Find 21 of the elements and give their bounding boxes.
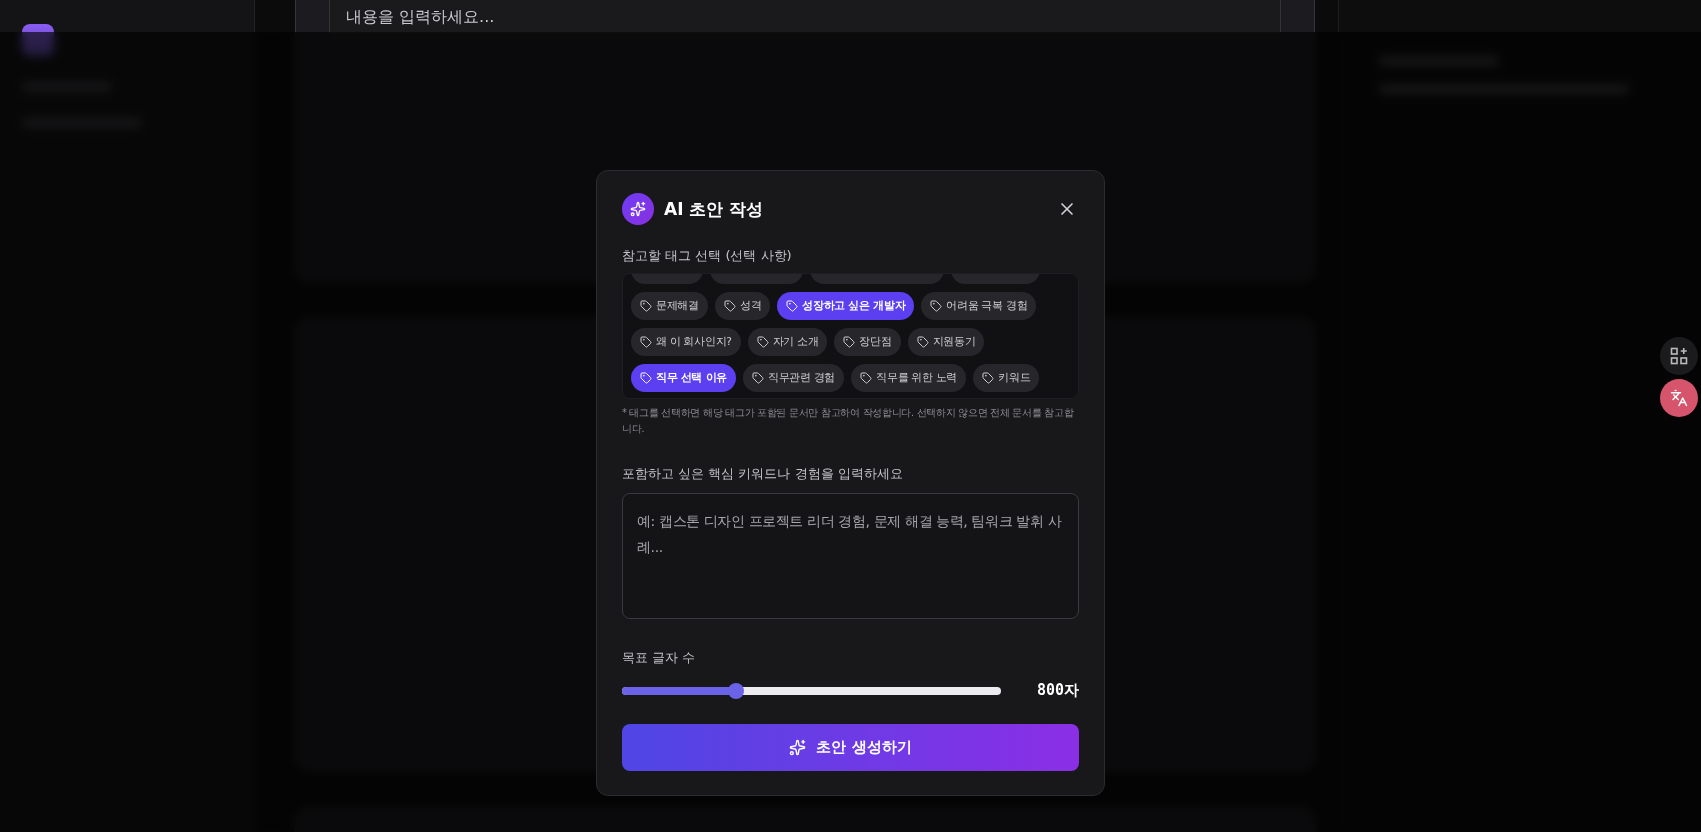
tag-chip[interactable]: 자기 소개 <box>747 328 828 356</box>
tag-chip[interactable]: 직무관련 경험 <box>742 364 845 392</box>
length-reading: 800자 <box>1035 681 1079 700</box>
tag-chip[interactable]: 문제해결 <box>631 292 708 320</box>
tag-chip[interactable]: 성장하고 싶은 개발자 <box>777 292 915 320</box>
dialog-title: AI 초안 작성 <box>664 197 765 221</box>
tag-section-label: 참고할 태그 선택 (선택 사항) <box>622 247 793 265</box>
tag-chip[interactable]: 어려움 극복 경험 <box>921 292 1037 320</box>
keywords-field[interactable]: 예: 캡스톤 디자인 프로젝트 리더 경험, 문제 해결 능력, 팀워크 발휘 사례... <box>622 493 1079 619</box>
content-field[interactable]: 내용을 입력하세요... <box>329 0 1281 33</box>
tag-chip[interactable]: 키워드 <box>973 364 1040 392</box>
generate-button[interactable]: 초안 생성하기 <box>622 724 1079 771</box>
tag-chip[interactable]: 지원동기 <box>907 328 985 356</box>
tag-chip[interactable]: 직무 선택 이유 <box>631 364 736 392</box>
length-label: 목표 글자 수 <box>622 649 697 667</box>
prompt-label: 포함하고 싶은 핵심 키워드나 경험을 입력하세요 <box>622 465 904 483</box>
tag-chip[interactable]: 직무를 위한 노력 <box>851 364 967 392</box>
tag-chip[interactable]: 왜 이 회사인지? <box>631 328 741 356</box>
tag-chip[interactable]: 장단점 <box>834 328 901 356</box>
tag-chip[interactable]: 성격 <box>714 292 771 320</box>
tag-hint: * 태그를 선택하면 해당 태그가 포함된 문서만 참고하여 작성합니다. 선택하지 않으면 전체 문서를 참고합니다. <box>622 406 1075 436</box>
